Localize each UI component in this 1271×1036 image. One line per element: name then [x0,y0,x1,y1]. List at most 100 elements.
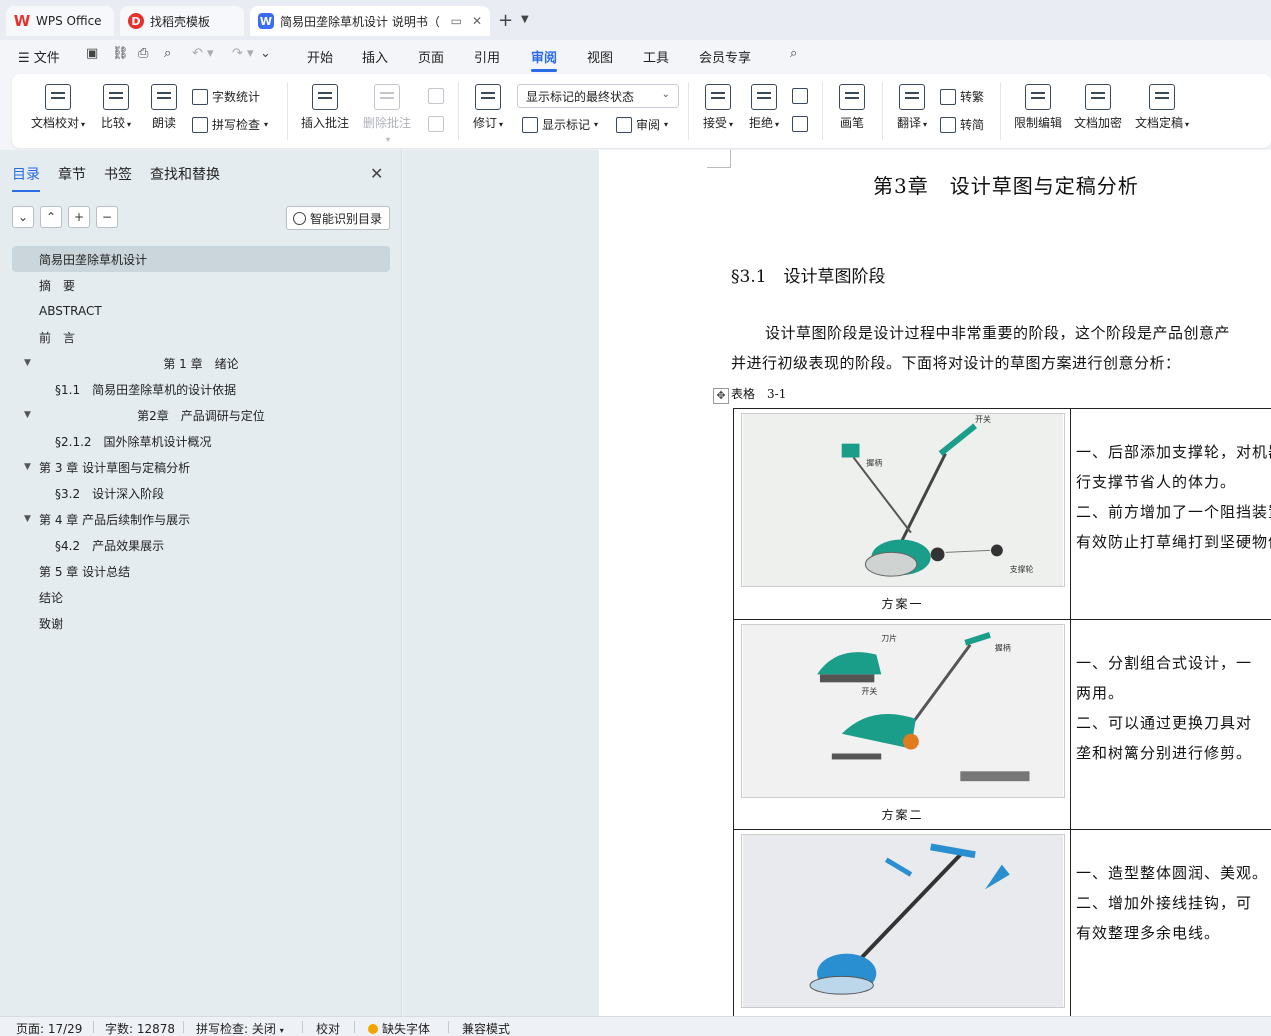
search-icon[interactable]: ⌕ [790,46,797,61]
previous-comment-icon[interactable] [428,88,444,104]
sketch-table: 握柄 支撑轮 开关 方案一 一、后部添加支撑轮，对机器 行支撑节省人的体力。 二… [733,408,1271,1016]
menu-start[interactable]: 开始 [307,47,333,66]
tab-list-chevron-icon[interactable]: ▼ [521,14,529,25]
expand-arrow-icon[interactable]: ▼ [24,462,31,472]
remove-heading-icon[interactable]: − [96,206,118,228]
toc-item[interactable]: 致谢 [12,610,390,636]
smart-toc-button[interactable]: 智能识别目录 [286,206,390,230]
expand-arrow-icon[interactable]: ▼ [24,410,31,420]
menu-view[interactable]: 视图 [587,47,613,66]
track-changes-button[interactable]: 修订 ▾ [468,84,508,131]
word-count-button[interactable]: 字数统计 [192,88,260,105]
toc-item[interactable]: 摘 要 [12,272,390,298]
insert-comment-button[interactable]: 插入批注 [298,84,352,131]
monitor-icon[interactable]: ▭ [451,14,462,28]
table-move-handle-icon[interactable]: ✥ [713,388,729,404]
proofread-button[interactable]: 文档校对 ▾ [28,84,88,131]
undo-icon[interactable]: ↶ ▾ [192,46,214,61]
sketch-scheme-3 [741,834,1065,1008]
next-change-icon[interactable] [792,116,808,132]
print-preview-icon[interactable]: ⌕ [164,46,171,61]
toc-item[interactable]: §1.1 简易田垄除草机的设计依据 [12,376,390,402]
spell-check-button[interactable]: 拼写检查 ▾ [192,116,268,133]
review-pane-button[interactable]: 审阅 ▾ [616,116,668,133]
expand-arrow-icon[interactable]: ▼ [24,514,31,524]
table-row: 刀片 握柄 开关 方案二 一、分割组合式设计，一 两用。 二、可以通过更换刀具对… [734,620,1271,830]
menu-page[interactable]: 页面 [418,47,444,66]
toc-list: 简易田垄除草机设计摘 要 ABSTRACT 前 言 ▼ 第 1 章 绪论 §1.1 简易田… [12,246,390,636]
expand-arrow-icon[interactable]: ▼ [24,358,31,368]
chapter-title: 第3章 设计草图与定稿分析 [873,174,1139,198]
page-indicator[interactable]: 页面: 17/29 [16,1020,82,1036]
toc-item-label: 前 言 [39,330,76,345]
toc-item-label: 第 5 章 设计总结 [39,564,131,579]
new-tab-icon[interactable]: + [498,10,513,31]
word-count-icon [192,88,208,105]
share-icon[interactable]: ⛓ [112,46,129,61]
sketch-scheme-2: 刀片 握柄 开关 [741,624,1065,798]
ink-button[interactable]: 画笔 [832,84,872,131]
toc-item[interactable]: 前 言 [12,324,390,350]
toc-item[interactable]: §2.1.2 国外除草机设计概况 [12,428,390,454]
toc-item[interactable]: 第 5 章 设计总结 [12,558,390,584]
toc-item[interactable]: ▼ 第 1 章 绪论 [12,350,390,376]
table-cell-image: 握柄 支撑轮 开关 方案一 [734,409,1071,619]
show-markup-button[interactable]: 显示标记 ▾ [522,116,598,133]
toc-item[interactable]: ABSTRACT [12,298,390,324]
finalize-button[interactable]: 文档定稿 ▾ [1130,84,1194,131]
proof-indicator[interactable]: 校对 [316,1020,340,1036]
lock-doc-icon [1025,84,1051,110]
tab-sections[interactable]: 章节 [58,164,86,184]
toc-item[interactable]: ▼ 第 4 章 产品后续制作与展示 [12,506,390,532]
toc-item[interactable]: §3.2 设计深入阶段 [12,480,390,506]
next-comment-icon[interactable] [428,116,444,132]
word-count-indicator[interactable]: 字数: 12878 [105,1020,175,1036]
table-caption: 表格 3-1 [731,387,787,401]
delete-comment-button[interactable]: 删除批注▾ [360,84,414,145]
read-aloud-button[interactable]: 朗读 [146,84,182,131]
compat-mode-indicator: 兼容模式 [462,1022,511,1036]
add-heading-icon[interactable]: + [68,206,90,228]
toc-item[interactable]: ▼ 第2章 产品调研与定位 [12,402,390,428]
markup-state-dropdown[interactable]: 显示标记的最终状态 ⌄ [517,84,679,108]
tab-toc[interactable]: 目录 [12,164,40,192]
translate-button[interactable]: 翻译 ▾ [892,84,932,131]
previous-change-icon[interactable] [792,88,808,104]
toc-item[interactable]: 结论 [12,584,390,610]
tab-template[interactable]: D 找稻壳模板 [120,6,244,36]
close-tab-icon[interactable]: ✕ [472,14,482,28]
menu-reference[interactable]: 引用 [474,47,500,66]
menu-tools[interactable]: 工具 [643,47,669,66]
accept-button[interactable]: 接受 ▾ [698,84,738,131]
expand-up-icon[interactable]: ⌃ [40,206,62,228]
encrypt-button[interactable]: 文档加密 [1070,84,1126,131]
close-panel-icon[interactable]: ✕ [370,164,383,183]
save-icon[interactable]: ▣ [86,46,98,61]
quick-access-more-icon[interactable]: ⌄ [260,46,271,61]
redo-icon[interactable]: ↷ ▾ [232,46,254,61]
print-icon[interactable]: ⎙ [138,46,148,61]
menu-review[interactable]: 审阅 [531,47,558,72]
file-menu[interactable]: ☰ 文件 [18,47,60,66]
track-changes-icon [475,84,501,110]
tab-bookmarks[interactable]: 书签 [104,164,132,184]
finalize-doc-icon [1149,84,1175,110]
missing-font-indicator[interactable]: 缺失字体 [368,1020,430,1036]
spell-check-indicator[interactable]: 拼写检查: 关闭 ▾ [196,1020,284,1036]
tab-wps-office[interactable]: W WPS Office [6,6,114,36]
toc-item[interactable]: §4.2 产品效果展示 [12,532,390,558]
tab-document[interactable]: W 简易田垄除草机设计 说明书（ ▭ ✕ [250,6,490,36]
reject-button[interactable]: 拒绝 ▾ [744,84,784,131]
toc-item[interactable]: 简易田垄除草机设计 [12,246,390,272]
menu-membership[interactable]: 会员专享 [699,47,751,66]
menu-insert[interactable]: 插入 [362,47,388,66]
toc-item[interactable]: ▼ 第 3 章 设计草图与定稿分析 [12,454,390,480]
restrict-edit-button[interactable]: 限制编辑 [1010,84,1066,131]
compare-button[interactable]: 比较 ▾ [96,84,136,131]
to-simplified-button[interactable]: 转简 [940,116,984,133]
collapse-all-icon[interactable]: ⌄ [12,206,34,228]
table-cell-image: 刀片 握柄 开关 方案二 [734,620,1071,829]
chevron-down-icon: ⌄ [661,89,670,100]
to-traditional-button[interactable]: 转繁 [940,88,984,105]
tab-find-replace[interactable]: 查找和替换 [150,164,220,184]
